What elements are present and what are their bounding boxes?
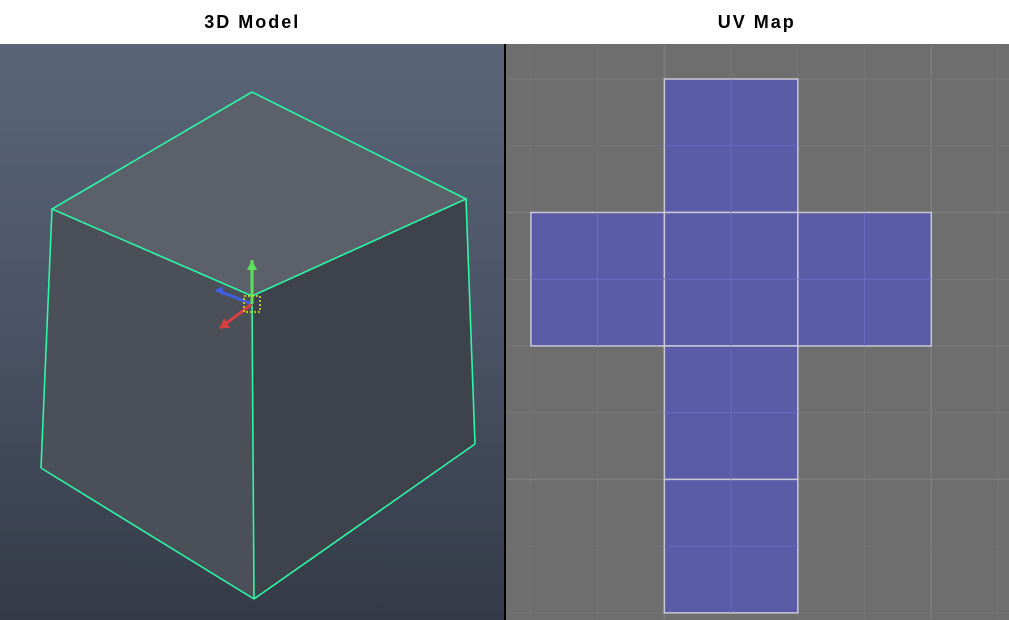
cube-mesh[interactable] [0, 44, 504, 620]
uv-grid-svg[interactable] [506, 44, 1009, 620]
header-label-uv: UV Map [505, 0, 1009, 44]
header-bar: 3D Model UV Map [0, 0, 1009, 44]
header-label-3d: 3D Model [0, 0, 505, 44]
panels-container [0, 44, 1009, 620]
viewport-3d[interactable] [0, 44, 504, 620]
viewport-uv[interactable] [504, 44, 1009, 620]
uv-unwrap-cross[interactable] [531, 79, 931, 613]
